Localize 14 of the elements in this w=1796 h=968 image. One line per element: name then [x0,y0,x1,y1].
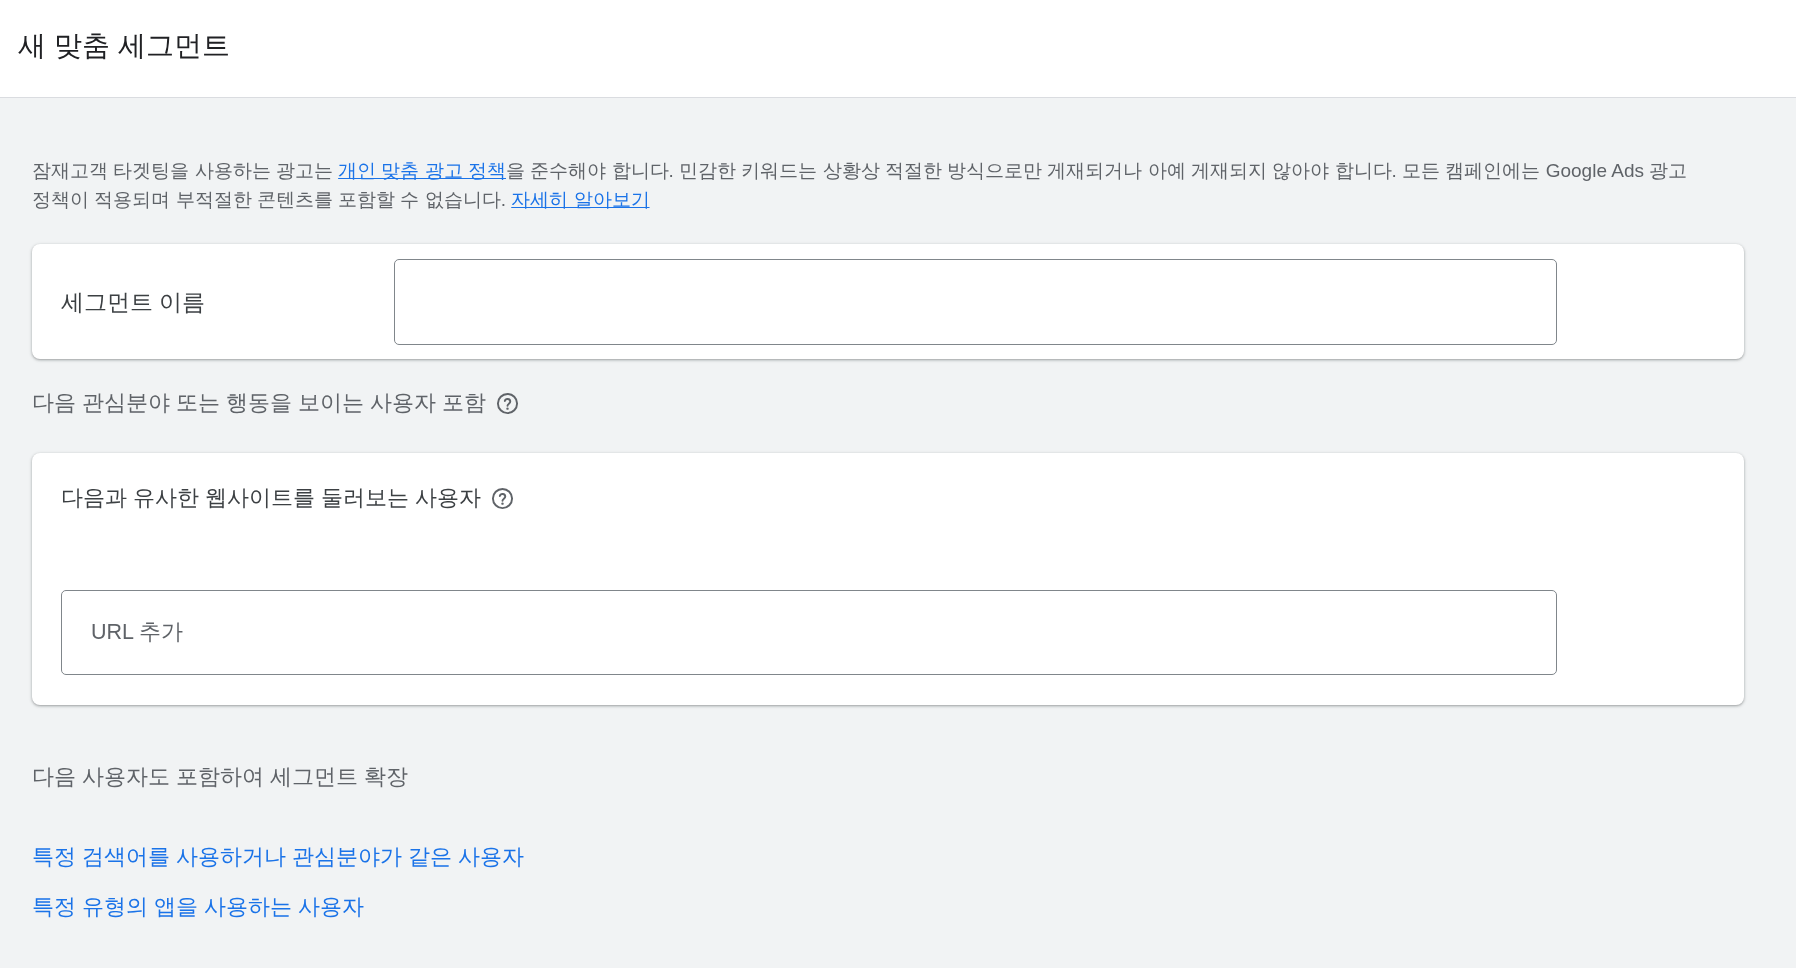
url-input-field[interactable]: URL 추가 [61,590,1557,675]
include-heading: 다음 관심분야 또는 행동을 보이는 사용자 포함 [32,390,486,417]
policy-link[interactable]: 개인 맞춤 광고 정책 [338,160,506,181]
page-title: 새 맞춤 세그먼트 [18,28,230,63]
help-icon[interactable] [490,486,514,510]
segment-name-label: 세그먼트 이름 [61,287,207,317]
audience-link[interactable]: 특정 유형의 앱을 사용하는 사용자 [32,892,364,922]
help-icon[interactable] [495,391,519,415]
segment-name-field[interactable] [394,258,1557,345]
audience-link[interactable]: 특정 검색어를 사용하거나 관심분야가 같은 사용자 [32,842,524,872]
expand-heading: 다음 사용자도 포함하여 세그먼트 확장 [32,764,408,791]
similar-websites-title: 다음과 유사한 웹사이트를 둘러보는 사용자 [61,485,481,512]
policy-link[interactable]: 자세히 알아보기 [511,189,650,210]
policy-notice: 잠재고객 타겟팅을 사용하는 광고는 개인 맞춤 광고 정책을 준수해야 합니다. 민감한 키워드는 상황상 적절한 방식으로만 게재되거나 아예 게재되지 않아야 합니다. 모든 캠페인에는 Google Ads 광고 정책이 적용되며 부적절한 콘텐츠를 포함할 수 없습니다. 자세히 알아보기 [32,159,1689,212]
